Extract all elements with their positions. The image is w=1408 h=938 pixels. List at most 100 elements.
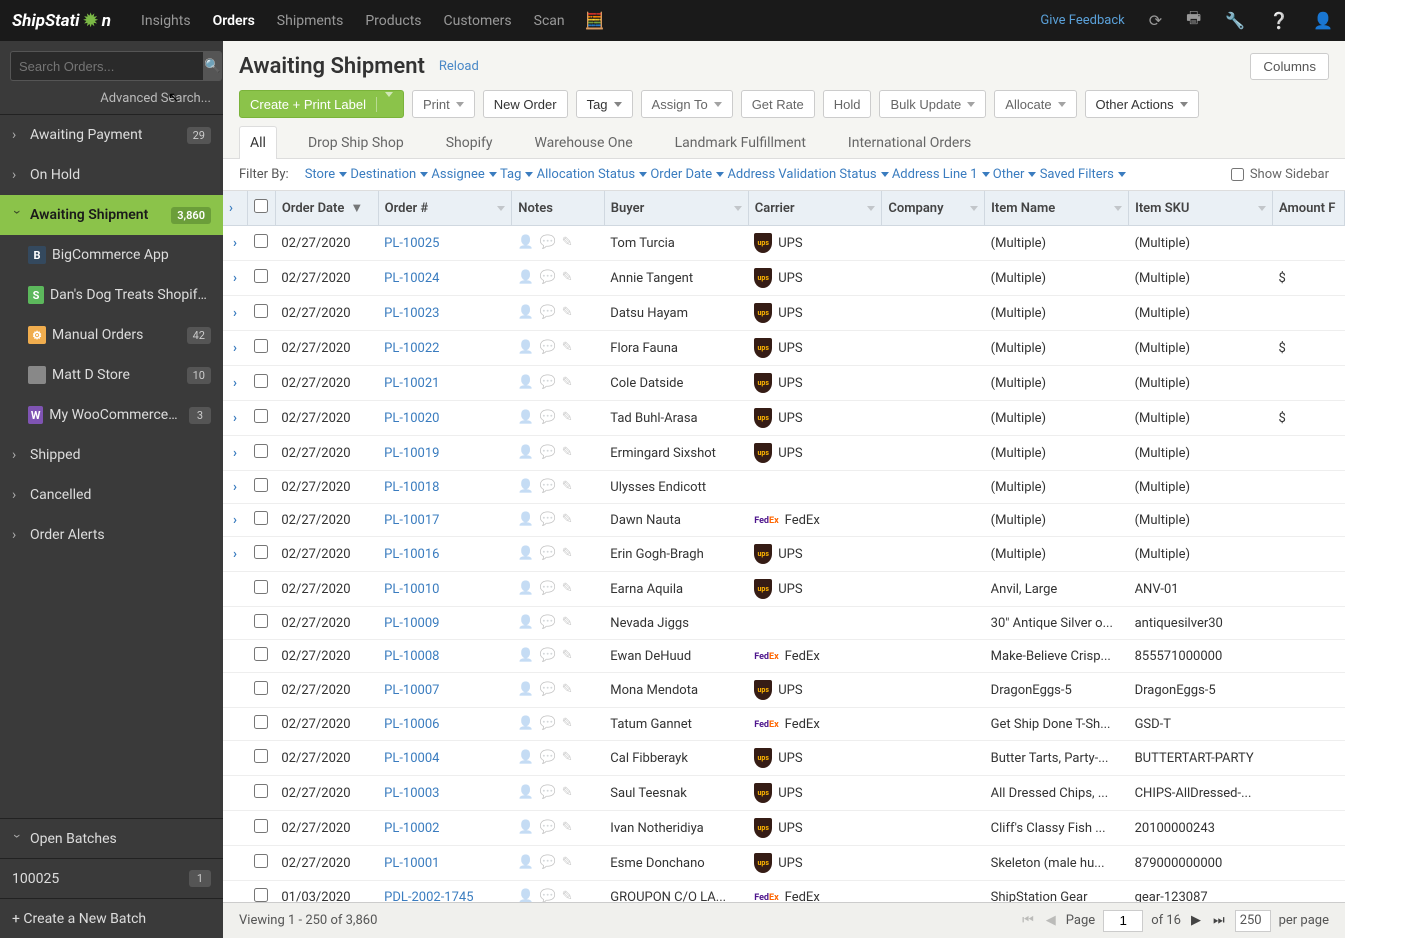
- row-checkbox[interactable]: [254, 511, 268, 525]
- table-row[interactable]: › 02/27/2020 PL-10019 👤💬✎ Ermingard Sixs…: [223, 436, 1345, 471]
- row-checkbox[interactable]: [254, 681, 268, 695]
- filter-store[interactable]: Store: [305, 167, 347, 182]
- expand-row-icon[interactable]: ›: [229, 341, 241, 356]
- nav-item-shipments[interactable]: Shipments: [277, 13, 344, 29]
- columns-button[interactable]: Columns: [1250, 53, 1329, 80]
- filter-allocation-status[interactable]: Allocation Status: [537, 167, 648, 182]
- table-row[interactable]: 02/27/2020 PL-10002 👤💬✎ Ivan Notheridiya…: [223, 811, 1345, 846]
- order-link[interactable]: PL-10024: [384, 271, 439, 286]
- expand-row-icon[interactable]: ›: [229, 547, 241, 562]
- expand-row-icon[interactable]: ›: [229, 411, 241, 426]
- filter-tag[interactable]: Tag: [500, 167, 533, 182]
- row-checkbox[interactable]: [254, 715, 268, 729]
- tab-landmark-fulfillment[interactable]: Landmark Fulfillment: [664, 126, 817, 159]
- row-checkbox[interactable]: [254, 580, 268, 594]
- logo[interactable]: ShipStati✹n: [12, 11, 111, 31]
- order-link[interactable]: PL-10017: [384, 513, 439, 528]
- print-button[interactable]: Print: [412, 90, 475, 118]
- first-page-button[interactable]: ⏮: [1020, 913, 1036, 928]
- filter-address-line-1[interactable]: Address Line 1: [892, 167, 990, 182]
- hold-button[interactable]: Hold: [823, 90, 872, 118]
- col-order-num[interactable]: Order #: [378, 191, 512, 226]
- table-row[interactable]: › 02/27/2020 PL-10020 👤💬✎ Tad Buhl-Arasa…: [223, 401, 1345, 436]
- calculator-icon[interactable]: 🧮: [585, 11, 605, 30]
- notes-icons[interactable]: 👤💬✎: [518, 270, 599, 286]
- sidebar-item-order-alerts[interactable]: › Order Alerts: [0, 515, 223, 555]
- table-row[interactable]: 02/27/2020 PL-10007 👤💬✎ Mona Mendota ups…: [223, 673, 1345, 708]
- row-checkbox[interactable]: [254, 304, 268, 318]
- tab-all[interactable]: All: [239, 126, 277, 159]
- sidebar-item-open-batches[interactable]: › Open Batches: [0, 818, 223, 858]
- row-checkbox[interactable]: [254, 854, 268, 868]
- order-link[interactable]: PL-10020: [384, 411, 439, 426]
- help-icon[interactable]: ❔: [1269, 11, 1289, 30]
- tab-shopify[interactable]: Shopify: [435, 126, 504, 159]
- notes-icons[interactable]: 👤💬✎: [518, 682, 599, 698]
- row-checkbox[interactable]: [254, 888, 268, 902]
- row-checkbox[interactable]: [254, 234, 268, 248]
- tag-button[interactable]: Tag: [576, 90, 633, 118]
- notes-icons[interactable]: 👤💬✎: [518, 305, 599, 321]
- sidebar-item-awaiting-shipment[interactable]: › Awaiting Shipment 3,860: [0, 195, 223, 235]
- allocate-button[interactable]: Allocate: [994, 90, 1076, 118]
- row-checkbox[interactable]: [254, 647, 268, 661]
- col-item-name[interactable]: Item Name: [985, 191, 1129, 226]
- last-page-button[interactable]: ⏭: [1211, 913, 1227, 928]
- table-row[interactable]: 02/27/2020 PL-10004 👤💬✎ Cal Fibberayk up…: [223, 741, 1345, 776]
- assign-to-button[interactable]: Assign To: [641, 90, 733, 118]
- notes-icons[interactable]: 👤💬✎: [518, 375, 599, 391]
- tab-drop-ship-shop[interactable]: Drop Ship Shop: [297, 126, 415, 159]
- other-actions-button[interactable]: Other Actions: [1085, 90, 1199, 118]
- row-checkbox[interactable]: [254, 614, 268, 628]
- expand-row-icon[interactable]: ›: [229, 513, 241, 528]
- order-link[interactable]: PL-10018: [384, 480, 439, 495]
- table-row[interactable]: › 02/27/2020 PL-10024 👤💬✎ Annie Tangent …: [223, 261, 1345, 296]
- nav-item-customers[interactable]: Customers: [444, 13, 512, 29]
- sidebar-store-item[interactable]: ⚙Manual Orders42: [0, 315, 223, 355]
- filter-saved-filters[interactable]: Saved Filters: [1040, 167, 1126, 182]
- table-row[interactable]: › 02/27/2020 PL-10018 👤💬✎ Ulysses Endico…: [223, 471, 1345, 504]
- filter-order-date[interactable]: Order Date: [650, 167, 724, 182]
- expand-row-icon[interactable]: ›: [229, 306, 241, 321]
- nav-item-orders[interactable]: Orders: [213, 13, 255, 29]
- create-print-label-button[interactable]: Create + Print Label: [239, 90, 404, 118]
- new-order-button[interactable]: New Order: [483, 90, 568, 118]
- table-row[interactable]: › 02/27/2020 PL-10023 👤💬✎ Datsu Hayam up…: [223, 296, 1345, 331]
- get-rate-button[interactable]: Get Rate: [741, 90, 815, 118]
- notes-icons[interactable]: 👤💬✎: [518, 479, 599, 495]
- sidebar-store-item[interactable]: WMy WooCommerce Store3: [0, 395, 223, 435]
- notes-icons[interactable]: 👤💬✎: [518, 546, 599, 562]
- tab-international-orders[interactable]: International Orders: [837, 126, 982, 159]
- order-link[interactable]: PDL-2002-1745: [384, 890, 473, 903]
- prev-page-button[interactable]: ◀: [1044, 913, 1058, 928]
- order-link[interactable]: PL-10021: [384, 376, 439, 391]
- col-notes[interactable]: Notes: [512, 191, 605, 226]
- table-row[interactable]: 02/27/2020 PL-10008 👤💬✎ Ewan DeHuud FedE…: [223, 640, 1345, 673]
- col-checkbox[interactable]: [248, 191, 276, 226]
- sidebar-item-on-hold[interactable]: › On Hold: [0, 155, 223, 195]
- sidebar-store-item[interactable]: SDan's Dog Treats Shopify St...: [0, 275, 223, 315]
- show-sidebar-toggle[interactable]: Show Sidebar: [1231, 167, 1329, 182]
- row-checkbox[interactable]: [254, 478, 268, 492]
- row-checkbox[interactable]: [254, 409, 268, 423]
- col-expand[interactable]: ›: [223, 191, 248, 226]
- col-order-date[interactable]: Order Date▼: [275, 191, 378, 226]
- row-checkbox[interactable]: [254, 545, 268, 559]
- table-row[interactable]: 02/27/2020 PL-10009 👤💬✎ Nevada Jiggs 30"…: [223, 607, 1345, 640]
- table-row[interactable]: › 02/27/2020 PL-10017 👤💬✎ Dawn Nauta Fed…: [223, 504, 1345, 537]
- notes-icons[interactable]: 👤💬✎: [518, 820, 599, 836]
- table-row[interactable]: 02/27/2020 PL-10001 👤💬✎ Esme Donchano up…: [223, 846, 1345, 881]
- order-link[interactable]: PL-10006: [384, 717, 439, 732]
- table-row[interactable]: › 02/27/2020 PL-10022 👤💬✎ Flora Fauna up…: [223, 331, 1345, 366]
- row-checkbox[interactable]: [254, 819, 268, 833]
- order-link[interactable]: PL-10002: [384, 821, 439, 836]
- notes-icons[interactable]: 👤💬✎: [518, 648, 599, 664]
- row-checkbox[interactable]: [254, 374, 268, 388]
- filter-assignee[interactable]: Assignee: [431, 167, 496, 182]
- table-row[interactable]: › 02/27/2020 PL-10016 👤💬✎ Erin Gogh-Brag…: [223, 537, 1345, 572]
- filter-address-validation-status[interactable]: Address Validation Status: [727, 167, 888, 182]
- table-row[interactable]: › 02/27/2020 PL-10021 👤💬✎ Cole Datside u…: [223, 366, 1345, 401]
- show-sidebar-checkbox[interactable]: [1231, 168, 1244, 181]
- create-new-batch-button[interactable]: + Create a New Batch: [0, 898, 223, 938]
- row-checkbox[interactable]: [254, 749, 268, 763]
